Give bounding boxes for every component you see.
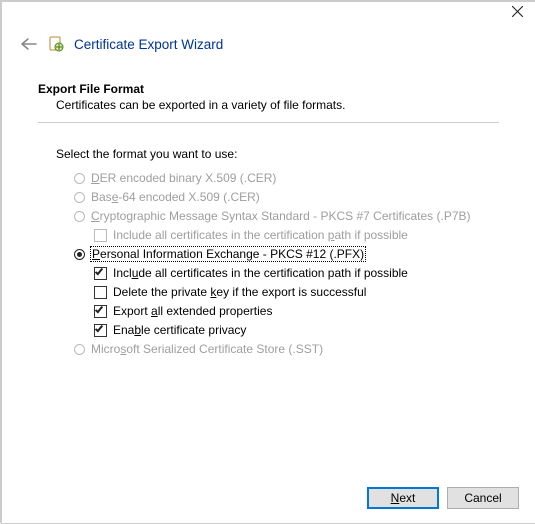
radio-icon: [74, 192, 85, 203]
back-arrow-icon[interactable]: [18, 37, 38, 51]
check-pfx-extended-label: Export all extended properties: [113, 304, 272, 318]
check-pfx-extended[interactable]: Export all extended properties: [94, 304, 499, 318]
wizard-title: Certificate Export Wizard: [74, 37, 223, 52]
checkbox-icon[interactable]: [94, 286, 107, 299]
radio-icon: [74, 344, 85, 355]
wizard-icon: [48, 36, 64, 52]
radio-p7b: Cryptographic Message Syntax Standard - …: [74, 209, 499, 223]
radio-sst-label: Microsoft Serialized Certificate Store (…: [91, 342, 323, 356]
radio-pfx[interactable]: Personal Information Exchange - PKCS #12…: [74, 247, 499, 261]
cancel-button[interactable]: Cancel: [447, 487, 519, 509]
checkbox-icon[interactable]: [94, 324, 107, 337]
close-icon[interactable]: [512, 6, 523, 20]
radio-icon: [74, 173, 85, 184]
radio-base64-label: Base-64 encoded X.509 (.CER): [91, 190, 260, 204]
format-prompt: Select the format you want to use:: [56, 147, 499, 161]
checkbox-icon[interactable]: [94, 267, 107, 280]
radio-der-label: DER encoded binary X.509 (.CER): [91, 171, 276, 185]
check-pfx-include[interactable]: Include all certificates in the certific…: [94, 266, 499, 280]
check-pfx-privacy[interactable]: Enable certificate privacy: [94, 323, 499, 337]
radio-base64: Base-64 encoded X.509 (.CER): [74, 190, 499, 204]
check-pfx-delete-key-label: Delete the private key if the export is …: [113, 285, 366, 299]
section-heading: Export File Format: [38, 82, 499, 96]
radio-der: DER encoded binary X.509 (.CER): [74, 171, 499, 185]
check-pfx-include-label: Include all certificates in the certific…: [113, 266, 408, 280]
checkbox-icon: [94, 229, 107, 242]
check-pfx-privacy-label: Enable certificate privacy: [113, 323, 246, 337]
radio-p7b-label: Cryptographic Message Syntax Standard - …: [91, 209, 471, 223]
check-p7b-include-label: Include all certificates in the certific…: [113, 228, 408, 242]
radio-pfx-label: Personal Information Exchange - PKCS #12…: [91, 247, 365, 261]
section-subtext: Certificates can be exported in a variet…: [56, 98, 499, 112]
separator: [38, 122, 499, 123]
checkbox-icon[interactable]: [94, 305, 107, 318]
check-p7b-include: Include all certificates in the certific…: [94, 228, 499, 242]
radio-icon: [74, 211, 85, 222]
next-button[interactable]: Next: [367, 487, 439, 509]
radio-icon[interactable]: [74, 249, 85, 260]
radio-sst: Microsoft Serialized Certificate Store (…: [74, 342, 499, 356]
check-pfx-delete-key[interactable]: Delete the private key if the export is …: [94, 285, 499, 299]
